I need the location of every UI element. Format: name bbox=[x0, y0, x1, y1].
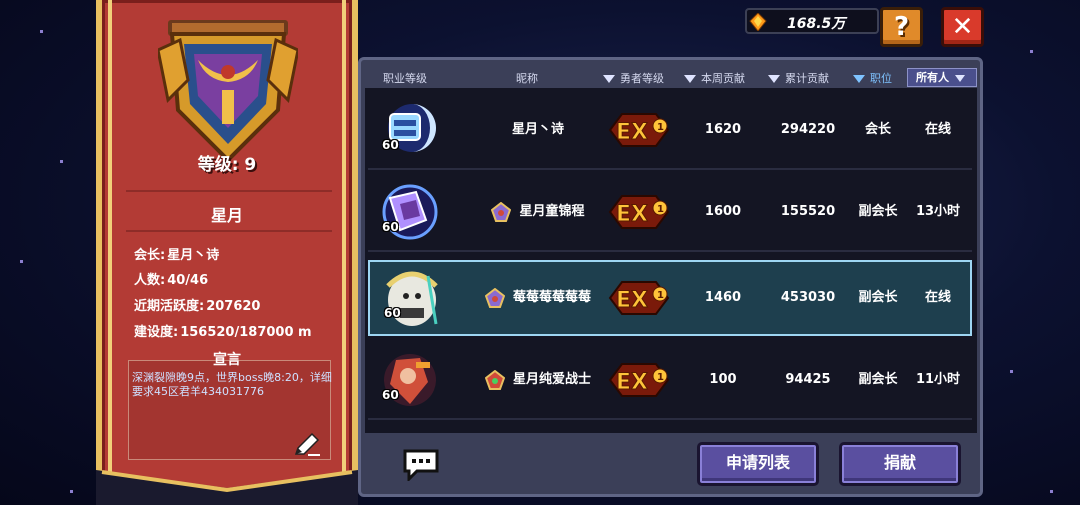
svg-text:EX: EX bbox=[616, 202, 648, 227]
close-button[interactable]: ✕ bbox=[941, 7, 984, 47]
svg-text:EX: EX bbox=[616, 120, 648, 145]
header-class-level: 职业等级 bbox=[383, 72, 427, 85]
guild-name: 星月 bbox=[210, 206, 243, 225]
member-nickname: 星月童锦程 bbox=[468, 172, 608, 252]
divider bbox=[126, 190, 332, 192]
member-position: 会长 bbox=[864, 122, 891, 137]
guild-activity-info: 近期活跃度: 207620 bbox=[132, 295, 260, 314]
banner-stripe bbox=[342, 0, 346, 505]
title-emblem-icon bbox=[484, 369, 505, 390]
total-contribution: 155520 bbox=[780, 204, 836, 219]
ex-rank-badge-icon: EX 1 bbox=[608, 281, 670, 315]
star-decoration bbox=[1010, 370, 1013, 373]
member-position: 副会长 bbox=[858, 290, 898, 305]
svg-text:EX: EX bbox=[616, 288, 648, 313]
ex-rank-badge-icon: EX 1 bbox=[608, 113, 670, 147]
weekly-contribution: 1620 bbox=[704, 122, 742, 137]
weekly-contribution: 1460 bbox=[704, 290, 742, 305]
svg-text:EX: EX bbox=[616, 370, 648, 395]
activity-label: 近期活跃度: bbox=[134, 299, 205, 314]
class-level: 60 bbox=[382, 138, 399, 152]
member-status: 13小时 bbox=[915, 204, 961, 219]
donate-button[interactable]: 捐献 bbox=[839, 442, 961, 486]
title-emblem-icon bbox=[484, 287, 505, 308]
member-status: 11小时 bbox=[915, 372, 961, 387]
header-weekly-sort[interactable]: 本周贡献 bbox=[684, 70, 745, 86]
total-contribution: 94425 bbox=[785, 372, 831, 387]
class-avatar-icon bbox=[382, 184, 438, 240]
star-decoration bbox=[1030, 50, 1033, 53]
guild-level: 等级: 9 bbox=[197, 155, 257, 175]
member-position: 副会长 bbox=[858, 372, 898, 387]
star-decoration bbox=[1050, 490, 1053, 493]
star-decoration bbox=[60, 160, 63, 163]
currency-value: 168.5万 bbox=[787, 16, 846, 32]
activity-value: 207620 bbox=[206, 299, 261, 314]
member-row-selected[interactable]: 60 莓莓莓莓莓莓 EX 1 1460 453030 副会长 在线 bbox=[368, 260, 972, 336]
sort-triangle-icon bbox=[603, 75, 615, 83]
member-row[interactable]: 60 星月童锦程 EX 1 1600 155520 副会长 13小时 bbox=[368, 172, 972, 252]
title-emblem-icon bbox=[491, 201, 512, 222]
weekly-contribution: 1600 bbox=[704, 204, 742, 219]
edit-pencil-icon[interactable] bbox=[292, 432, 322, 458]
header-hero-level-sort[interactable]: 勇者等级 bbox=[603, 70, 664, 86]
class-avatar-icon bbox=[388, 104, 436, 152]
weekly-contribution: 100 bbox=[709, 372, 737, 387]
total-contribution: 453030 bbox=[780, 290, 836, 305]
class-avatar-icon bbox=[384, 354, 436, 406]
svg-text:1: 1 bbox=[657, 290, 664, 301]
apply-list-button[interactable]: 申请列表 bbox=[697, 442, 819, 486]
guild-leader-info: 会长: 星月丶诗 bbox=[132, 244, 219, 263]
svg-text:1: 1 bbox=[657, 204, 664, 215]
star-decoration bbox=[20, 260, 23, 263]
class-level: 60 bbox=[384, 306, 401, 320]
banner-swallowtail bbox=[96, 470, 358, 505]
class-avatar-icon bbox=[386, 271, 438, 326]
svg-text:1: 1 bbox=[657, 372, 664, 383]
svg-text:1: 1 bbox=[657, 122, 664, 133]
class-level: 60 bbox=[382, 388, 399, 402]
gem-icon bbox=[749, 13, 767, 31]
member-nickname: 星月丶诗 bbox=[511, 122, 564, 137]
member-nickname: 莓莓莓莓莓莓 bbox=[468, 262, 608, 334]
construction-label: 建设度: bbox=[134, 325, 179, 340]
sort-triangle-icon bbox=[768, 75, 780, 83]
members-value: 40/46 bbox=[167, 273, 209, 288]
member-status: 在线 bbox=[924, 122, 951, 137]
total-contribution: 294220 bbox=[780, 122, 836, 137]
help-button[interactable]: ? bbox=[880, 7, 923, 47]
guild-construction-info: 建设度: 156520/187000 m bbox=[132, 321, 312, 340]
header-total-sort[interactable]: 累计贡献 bbox=[768, 70, 829, 86]
ex-rank-badge-icon: EX 1 bbox=[608, 363, 670, 397]
member-status: 在线 bbox=[924, 290, 951, 305]
member-row[interactable]: 60 星月丶诗 EX 1 1620 294220 会长 在线 bbox=[368, 90, 972, 170]
leader-label: 会长: bbox=[134, 248, 166, 263]
star-decoration bbox=[70, 490, 73, 493]
sort-triangle-icon bbox=[684, 75, 696, 83]
declaration-text: 深渊裂隙晚9点，世界boss晚8:20，详细要求45区君羊434031776 bbox=[132, 371, 332, 398]
member-row[interactable]: 60 星月纯爱战士 EX 1 100 94425 副会长 11小时 bbox=[368, 340, 972, 420]
member-nickname: 星月纯爱战士 bbox=[468, 340, 608, 420]
members-label: 人数: bbox=[134, 273, 166, 288]
guild-crest-icon bbox=[158, 20, 298, 163]
class-level: 60 bbox=[382, 220, 399, 234]
divider bbox=[126, 230, 332, 232]
guild-members-info: 人数: 40/46 bbox=[132, 269, 208, 288]
chat-bubble-icon[interactable] bbox=[401, 447, 441, 481]
member-position: 副会长 bbox=[858, 204, 898, 219]
currency-display: 168.5万 bbox=[745, 8, 879, 34]
member-filter-dropdown[interactable]: 所有人 bbox=[907, 68, 977, 87]
guild-banner: 等级: 9 星月 会长: 星月丶诗 人数: 40/46 近期活跃度: 207620 建… bbox=[96, 0, 358, 505]
construction-value: 156520/187000 m bbox=[180, 325, 312, 340]
sort-triangle-icon bbox=[853, 75, 865, 83]
leader-value: 星月丶诗 bbox=[167, 248, 220, 263]
banner-stripe bbox=[108, 0, 112, 505]
header-position-sort[interactable]: 职位 bbox=[853, 70, 892, 86]
star-decoration bbox=[40, 30, 43, 33]
declaration-title: 宣言 bbox=[213, 352, 241, 368]
header-nickname: 昵称 bbox=[516, 72, 538, 85]
ex-rank-badge-icon: EX 1 bbox=[608, 195, 670, 229]
chevron-down-icon bbox=[955, 74, 965, 82]
